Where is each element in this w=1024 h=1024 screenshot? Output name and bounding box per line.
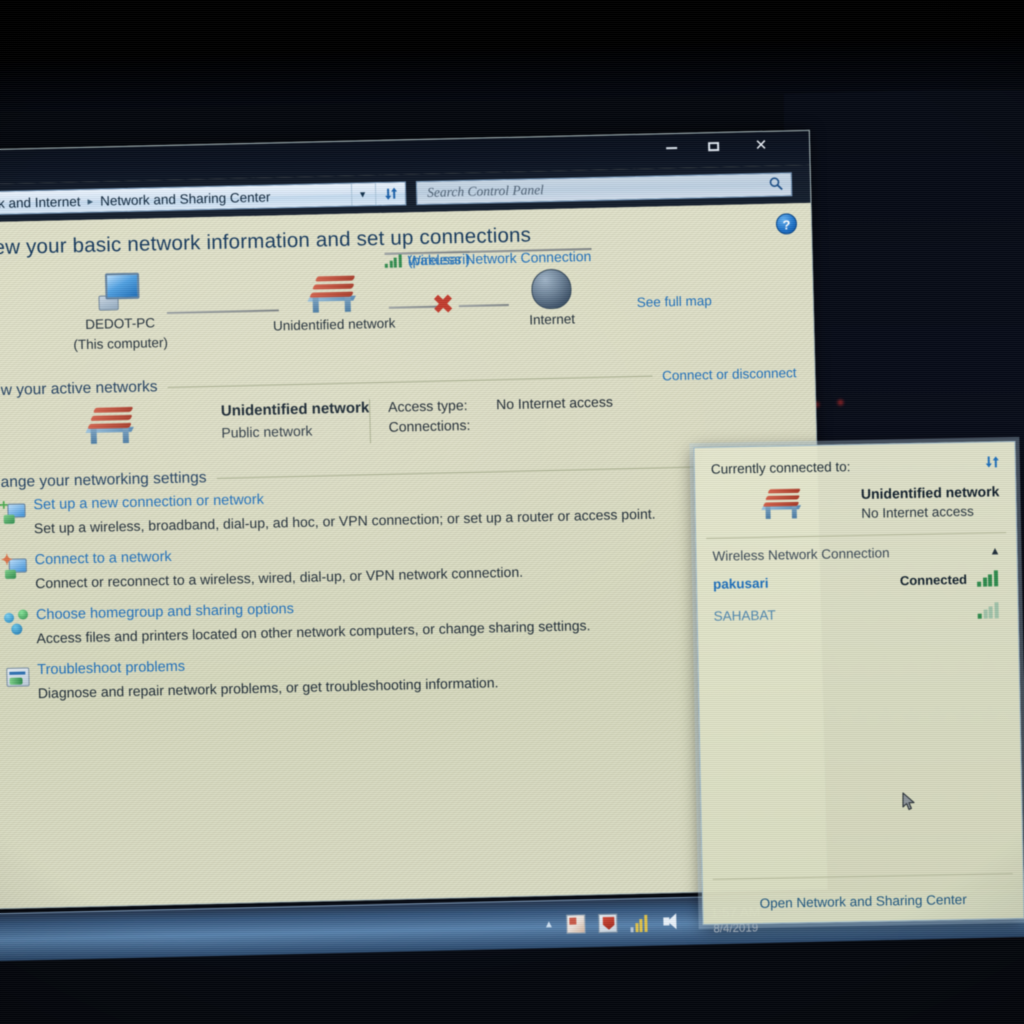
breadcrumb-separator-icon: ▸ — [87, 195, 94, 208]
flyout-adapter-label: Wireless Network Connection — [712, 545, 890, 564]
settings-list: + Set up a new connection or network Set… — [0, 479, 804, 702]
show-hidden-icons-chevron-icon[interactable]: ▲ — [544, 919, 554, 930]
active-networks-heading: View your active networks — [0, 378, 158, 400]
search-input[interactable]: Search Control Panel — [415, 172, 793, 206]
active-network-type[interactable]: Public network — [221, 421, 370, 441]
search-placeholder: Search Control Panel — [426, 182, 545, 200]
breadcrumb-item-network-and-sharing-center[interactable]: Network and Sharing Center — [100, 189, 271, 208]
flyout-adapter-header[interactable]: Wireless Network Connection ▲ — [712, 543, 1000, 564]
search-icon — [769, 176, 783, 193]
divider — [706, 532, 1007, 539]
active-network-details: Access type: No Internet access Connecti… — [368, 248, 798, 444]
network-signal-icon[interactable] — [630, 913, 650, 933]
active-network-row: Unidentified network Public network Acce… — [0, 248, 798, 452]
network-bench-icon — [760, 487, 801, 519]
network-bench-icon — [306, 273, 361, 314]
refresh-icon[interactable] — [985, 454, 1001, 472]
network-bench-icon — [84, 405, 139, 446]
close-button[interactable]: ✕ — [747, 136, 775, 156]
map-node-computer-label-line1: DEDOT-PC — [85, 315, 156, 332]
connections-ssid[interactable]: (pakusari) — [384, 250, 470, 268]
wifi-ssid: SAHABAT — [713, 607, 776, 624]
currently-connected-label: Currently connected to: — [710, 459, 851, 477]
homegroup-icon — [0, 607, 37, 647]
flyout-current-network-name: Unidentified network — [860, 483, 1000, 502]
help-button[interactable]: ? — [775, 213, 798, 235]
network-map: ✖ DEDOT-PC (This computer) Unidentified … — [0, 257, 796, 372]
signal-bars-icon — [384, 254, 403, 268]
monitor-photo-scene: ✕ Network and Internet ▸ Network and Sha… — [0, 0, 1024, 1024]
active-network-identity[interactable]: Unidentified network Public network — [0, 399, 370, 452]
settings-item-connect-to-network[interactable]: ✦ Connect to a network Connect or reconn… — [0, 534, 801, 592]
breadcrumb[interactable]: Network and Internet ▸ Network and Shari… — [0, 181, 407, 218]
new-connection-icon: + — [0, 497, 34, 537]
chevron-down-icon[interactable]: ▼ — [350, 183, 374, 206]
map-node-network[interactable]: Unidentified network — [248, 272, 419, 336]
map-node-network-label: Unidentified network — [272, 315, 396, 334]
flyout-current-network-status: No Internet access — [861, 503, 974, 521]
mouse-cursor — [902, 792, 916, 812]
action-center-flag-icon[interactable] — [566, 914, 587, 934]
minimize-button[interactable] — [657, 138, 685, 158]
troubleshoot-icon — [0, 662, 38, 702]
connections-label: Connections: — [388, 416, 471, 435]
flyout-current-network: Unidentified network No Internet access — [717, 483, 1000, 523]
wifi-list-item-pakusari[interactable]: pakusari Connected — [713, 570, 1001, 592]
wifi-ssid: pakusari — [712, 575, 769, 592]
see-full-map-link[interactable]: See full map — [637, 293, 712, 310]
globe-icon — [530, 268, 572, 310]
chevron-up-icon[interactable]: ▲ — [989, 545, 1000, 557]
access-type-value: No Internet access — [495, 393, 614, 413]
breadcrumb-item-network-and-internet[interactable]: Network and Internet — [0, 194, 81, 212]
security-shield-icon[interactable] — [598, 913, 619, 934]
signal-bars-icon — [977, 602, 999, 619]
active-network-name: Unidentified network — [220, 399, 370, 420]
connect-network-icon: ✦ — [0, 552, 35, 592]
map-node-internet-label: Internet — [529, 311, 576, 328]
connect-or-disconnect-link[interactable]: Connect or disconnect — [662, 365, 797, 383]
computer-icon — [98, 272, 141, 314]
refresh-icon[interactable] — [374, 182, 406, 206]
map-node-internet[interactable]: Internet — [496, 268, 607, 330]
access-type-label: Access type: — [387, 396, 468, 415]
map-node-computer[interactable]: DEDOT-PC (This computer) — [54, 272, 186, 355]
volume-icon[interactable] — [663, 912, 682, 931]
wifi-list-item-sahabat[interactable]: SAHABAT — [714, 602, 1002, 624]
flyout-footer: Open Network and Sharing Center — [703, 890, 1023, 914]
maximize-button[interactable] — [699, 137, 727, 157]
divider — [712, 873, 1013, 880]
settings-item-troubleshoot[interactable]: Troubleshoot problems Diagnose and repai… — [0, 644, 804, 702]
wifi-status: Connected — [899, 571, 968, 588]
wireless-networks-flyout[interactable]: Currently connected to: Unidentified net… — [693, 440, 1024, 926]
settings-item-homegroup[interactable]: Choose homegroup and sharing options Acc… — [0, 589, 803, 647]
settings-heading: Change your networking settings — [0, 469, 207, 492]
broken-link-x-icon: ✖ — [431, 289, 455, 321]
open-network-and-sharing-center-link[interactable]: Open Network and Sharing Center — [760, 892, 967, 911]
map-node-computer-label-line2: (This computer) — [73, 334, 169, 353]
divider — [167, 375, 653, 388]
signal-bars-icon — [977, 570, 999, 587]
